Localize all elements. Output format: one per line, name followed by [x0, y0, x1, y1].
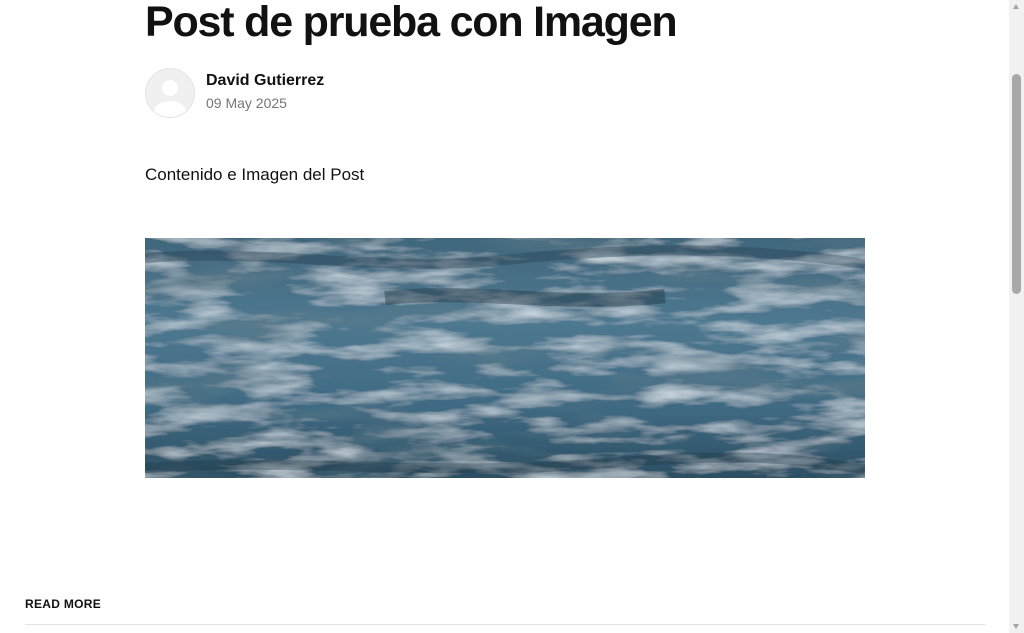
user-avatar-icon	[146, 69, 194, 117]
page: Post de prueba con Imagen David Gutierre…	[0, 0, 1024, 633]
divider	[25, 624, 985, 625]
post-image	[145, 238, 865, 478]
post-title: Post de prueba con Imagen	[145, 0, 678, 46]
author-name[interactable]: David Gutierrez	[206, 71, 324, 91]
scrollbar-thumb[interactable]	[1012, 74, 1021, 294]
scroll-down-arrow-icon[interactable]	[1013, 624, 1019, 629]
post-date: 09 May 2025	[206, 95, 287, 111]
author-meta: David Gutierrez 09 May 2025	[206, 71, 324, 112]
post-content: Contenido e Imagen del Post	[145, 165, 365, 184]
read-more-link[interactable]: READ MORE	[25, 597, 101, 611]
scroll-up-arrow-icon[interactable]	[1013, 4, 1019, 9]
vertical-scrollbar[interactable]	[1009, 0, 1024, 633]
water-waves-image	[145, 238, 865, 478]
author-avatar[interactable]	[145, 68, 195, 118]
author-block: David Gutierrez 09 May 2025	[145, 68, 324, 118]
